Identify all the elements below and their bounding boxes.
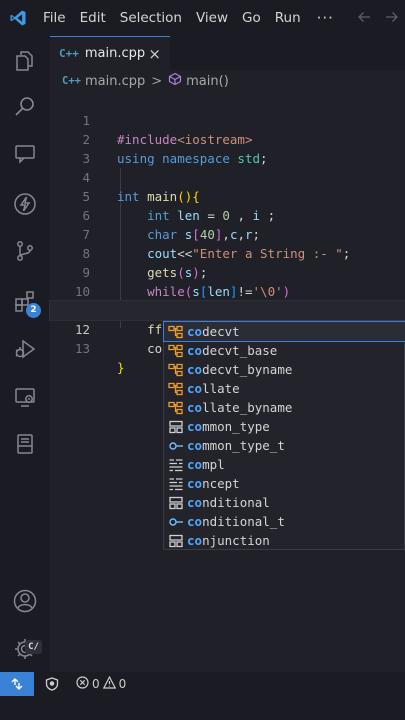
code-line: 11 fflush(stdin); [50, 282, 405, 337]
source-control-icon[interactable] [0, 228, 50, 274]
lightning-icon[interactable] [0, 181, 50, 227]
account-icon[interactable] [0, 578, 50, 624]
run-debug-icon[interactable] [0, 326, 50, 372]
problems-indicator[interactable]: 0 0 [70, 675, 127, 692]
suggestion-item[interactable]: co mmon_type_t [164, 436, 405, 455]
code-text: } [117, 360, 125, 375]
breadcrumb-file[interactable]: main.cpp [85, 74, 145, 89]
tab-main-cpp[interactable]: C++ main.cpp × [50, 36, 170, 70]
class-icon [166, 341, 186, 360]
menu-run[interactable]: Run [268, 0, 308, 36]
breadcrumb-symbol[interactable]: main() [186, 74, 229, 89]
class-icon [166, 360, 186, 379]
navigation-arrows [357, 0, 405, 36]
notebook-icon[interactable] [0, 421, 50, 467]
code-line: 7 cout<<"Enter a String :- "; [50, 206, 405, 261]
cpp-file-icon: C++ [59, 47, 79, 60]
arrow-right-icon[interactable] [385, 9, 399, 28]
suggestion-item[interactable]: co decvt_base [164, 341, 405, 360]
suggestion-widget: co decvt co decvt_base co decvt_byname co ll… [163, 320, 405, 550]
keyword-icon [166, 474, 186, 493]
menu-file[interactable]: File [36, 0, 73, 36]
suggestion-item[interactable]: co njunction [164, 531, 405, 550]
arrow-left-icon[interactable] [357, 9, 371, 28]
remote-explorer-icon[interactable] [0, 374, 50, 420]
typedef-icon [166, 436, 186, 455]
code-line: 9 while(s[len]!='\0') [50, 244, 405, 299]
code-line: 8 gets(s); [50, 225, 405, 280]
struct-icon [166, 531, 186, 550]
suggestion-item[interactable]: co decvt [163, 321, 405, 342]
typedef-icon [166, 512, 186, 531]
shield-icon[interactable] [34, 677, 70, 691]
comments-icon[interactable] [0, 131, 50, 177]
warning-icon [102, 675, 116, 692]
bottom-strip [0, 696, 405, 720]
suggestion-item[interactable]: co mmon_type [164, 417, 405, 436]
struct-icon [166, 493, 186, 512]
title-bar: File Edit Selection View Go Run ··· [0, 0, 405, 36]
extensions-icon[interactable]: 2 [0, 278, 50, 324]
remote-indicator-icon[interactable] [0, 672, 34, 696]
code-line: 3 [50, 130, 405, 166]
status-bar: 0 0 [0, 672, 405, 696]
class-icon [166, 398, 186, 417]
menu-go[interactable]: Go [235, 0, 268, 36]
menu-bar: File Edit Selection View Go Run ··· [36, 0, 343, 36]
keyword-icon [166, 455, 186, 474]
suggestion-item[interactable]: co ncept [164, 474, 405, 493]
typed-prefix: co [147, 341, 163, 356]
suggestion-item[interactable]: co decvt_byname [164, 360, 405, 379]
search-icon[interactable] [0, 84, 50, 130]
code-line: 10 len++; [50, 263, 405, 318]
extensions-badge: 2 [26, 303, 41, 318]
menu-view[interactable]: View [189, 0, 235, 36]
code-text: co [117, 339, 162, 358]
activity-bar: 2 C/ [0, 36, 50, 672]
suggestion-item[interactable]: co nditional [164, 493, 405, 512]
explorer-icon[interactable] [0, 38, 50, 84]
code-line: 1 #include<iostream> [50, 92, 405, 147]
error-count: 0 [92, 677, 100, 691]
code-line: 4 int main(){ [50, 149, 405, 204]
breadcrumb: C++ main.cpp > main() [50, 70, 405, 92]
code-line: 5 int len = 0 , i ; [50, 168, 405, 223]
suggestion-item[interactable]: co llate_byname [164, 398, 405, 417]
line-number: 13 [74, 341, 90, 356]
warning-count: 0 [118, 677, 127, 691]
function-icon [168, 72, 182, 90]
manage-gear-icon[interactable]: C/ [0, 626, 50, 672]
class-icon [166, 379, 186, 398]
menu-selection[interactable]: Selection [113, 0, 189, 36]
code-line: 6 char s[40],c,r; [50, 187, 405, 242]
menu-edit[interactable]: Edit [73, 0, 113, 36]
class-icon [166, 322, 186, 341]
cpp-file-icon: C++ [62, 75, 81, 87]
error-icon [76, 676, 89, 692]
struct-icon [166, 417, 186, 436]
close-icon[interactable]: × [148, 45, 161, 63]
code-line: 2 using namespace std; [50, 111, 405, 166]
breadcrumb-separator: > [151, 73, 163, 89]
tab-bar: C++ main.cpp × [50, 36, 405, 70]
suggestion-item[interactable]: co nditional_t [164, 512, 405, 531]
vscode-logo-icon [0, 0, 36, 36]
suggestion-item[interactable]: co mpl [164, 455, 405, 474]
current-code-line: 12 co [49, 300, 405, 356]
suggestion-item[interactable]: co llate [164, 379, 405, 398]
account-badge: C/ [25, 640, 42, 654]
menu-more-button[interactable]: ··· [308, 9, 343, 27]
tab-label: main.cpp [84, 46, 146, 61]
